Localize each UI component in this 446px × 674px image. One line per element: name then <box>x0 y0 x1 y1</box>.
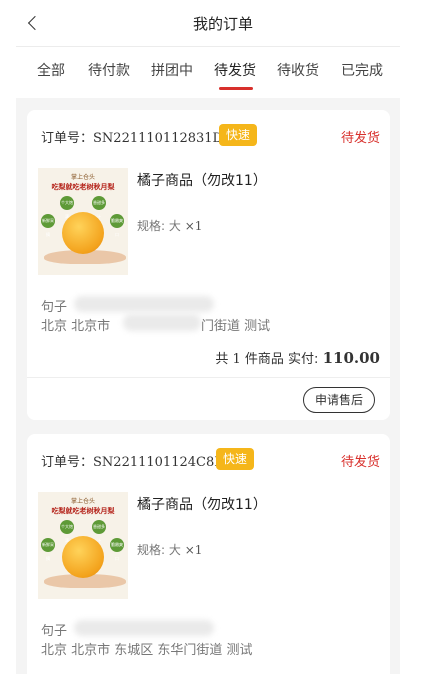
image-brand-text: 掌上仓头 <box>70 174 95 181</box>
spec-label: 规格: 大 <box>137 219 181 233</box>
tab-pending-payment[interactable]: 待付款 <box>88 60 130 80</box>
express-badge: 快速 <box>216 448 255 470</box>
total-label: 件商品 实付: <box>244 352 319 367</box>
product-name[interactable]: 橘子商品（勿改11） <box>137 170 267 190</box>
pear-graphic <box>62 212 104 254</box>
active-tab-indicator <box>219 87 253 90</box>
image-slogan-text: 吃梨就吃老树秋月梨 <box>51 183 115 191</box>
tab-pending-receipt[interactable]: 待收货 <box>277 60 319 80</box>
image-slogan-text: 吃梨就吃老树秋月梨 <box>51 507 115 515</box>
order-number-label: 订单号： <box>41 131 94 146</box>
nav-bar: 我的订单 <box>0 0 446 46</box>
order-status-tabs: 全部 待付款 拼团中 待发货 待收货 已完成 <box>16 46 400 98</box>
pear-graphic <box>62 536 104 578</box>
receiver-name: 句子 <box>41 624 68 639</box>
redacted-phone <box>74 620 214 636</box>
product-image[interactable]: 掌上仓头 吃梨就吃老树秋月梨 个大饱满 香甜多汁 新鲜采摘 脆嫩爽口 <box>38 168 128 275</box>
redacted-phone <box>74 296 214 312</box>
image-tag: 脆嫩爽口 <box>110 538 124 561</box>
tab-pending-shipment[interactable]: 待发货 <box>214 60 256 80</box>
shipping-address: 北京 北京市 <box>41 315 110 334</box>
spec-label: 规格: 大 <box>137 543 181 557</box>
quantity: ×1 <box>184 543 203 557</box>
order-card[interactable]: 订单号：SN221110112831D02B 快速 待发货 掌上仓头 吃梨就吃老… <box>27 110 390 420</box>
quantity: ×1 <box>184 219 203 233</box>
address-start: 北京 北京市 <box>41 319 111 334</box>
image-tag: 新鲜采摘 <box>41 214 55 237</box>
order-card[interactable]: 订单号：SN2211101124C8F420 快速 待发货 掌上仓头 吃梨就吃老… <box>27 434 390 674</box>
image-tag: 香甜多汁 <box>92 196 106 219</box>
order-total: 共 1 件商品 实付: 110.00 <box>215 348 380 367</box>
product-spec: 规格: 大 ×1 <box>137 217 202 234</box>
total-amount: 110.00 <box>322 349 380 367</box>
image-tag: 香甜多汁 <box>92 520 106 543</box>
redacted-address <box>123 314 201 331</box>
product-name[interactable]: 橘子商品（勿改11） <box>137 494 267 514</box>
image-tag: 脆嫩爽口 <box>110 214 124 237</box>
order-number-row: 订单号：SN221110112831D02B <box>41 127 249 146</box>
item-count: 1 <box>232 352 241 367</box>
product-image[interactable]: 掌上仓头 吃梨就吃老树秋月梨 个大饱满 香甜多汁 新鲜采摘 脆嫩爽口 <box>38 492 128 599</box>
image-tag: 个大饱满 <box>60 520 74 543</box>
receiver-name: 句子 <box>41 300 68 315</box>
tab-group-buying[interactable]: 拼团中 <box>151 60 193 80</box>
tab-all[interactable]: 全部 <box>37 60 65 80</box>
page-title: 我的订单 <box>192 15 253 33</box>
order-number-label: 订单号： <box>41 455 94 470</box>
order-status: 待发货 <box>340 131 380 146</box>
image-brand-text: 掌上仓头 <box>70 498 95 505</box>
product-spec: 规格: 大 ×1 <box>137 541 202 558</box>
image-tag: 新鲜采摘 <box>41 538 55 561</box>
image-tag: 个大饱满 <box>60 196 74 219</box>
express-badge: 快速 <box>219 124 258 146</box>
tab-completed[interactable]: 已完成 <box>341 60 383 80</box>
after-sales-button[interactable]: 申请售后 <box>302 387 375 413</box>
total-prefix: 共 <box>215 352 229 367</box>
order-list[interactable]: 订单号：SN221110112831D02B 快速 待发货 掌上仓头 吃梨就吃老… <box>16 98 400 674</box>
order-status: 待发货 <box>340 455 380 470</box>
shipping-address-end: 门街道 测试 <box>201 319 271 334</box>
shipping-address: 北京 北京市 东城区 东华门街道 测试 <box>41 643 253 658</box>
divider <box>27 377 390 378</box>
